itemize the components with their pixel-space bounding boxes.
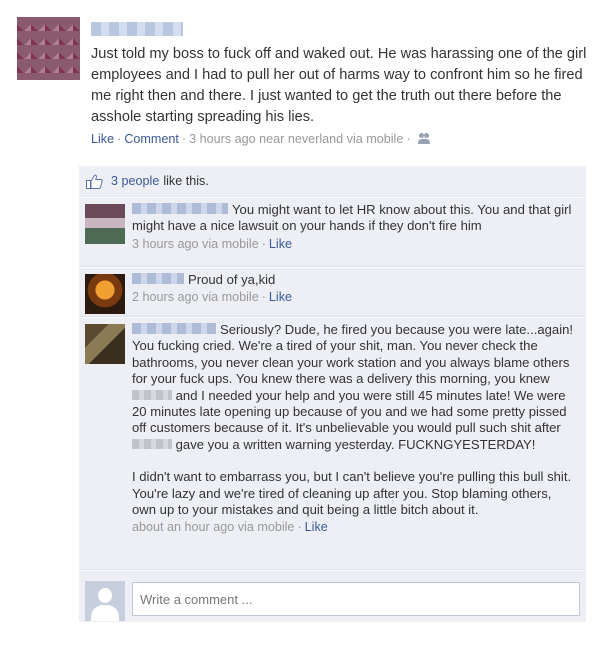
- commenter-name-redacted[interactable]: [132, 273, 184, 284]
- comment-text-part-2: and I needed your help and you were stil…: [132, 387, 567, 436]
- redacted-name: [132, 389, 172, 400]
- comment-meta: 3 hours ago via mobile · Like: [132, 236, 293, 251]
- likes-count-link[interactable]: 3 people: [111, 174, 159, 188]
- status-text: Just told my boss to fuck off and waked …: [91, 46, 587, 125]
- commenter-avatar[interactable]: [85, 274, 125, 314]
- like-link[interactable]: Like: [91, 132, 114, 146]
- friends-icon[interactable]: [417, 133, 431, 144]
- post-timestamp[interactable]: 3 hours ago near neverland via mobile: [189, 132, 403, 146]
- commenter-name-redacted[interactable]: [132, 203, 228, 214]
- comment-like-link[interactable]: Like: [269, 290, 292, 304]
- commenter-avatar[interactable]: [85, 324, 125, 364]
- comment-composer: [79, 570, 586, 622]
- comment-timestamp[interactable]: 2 hours ago via mobile: [132, 290, 259, 304]
- comment-input[interactable]: [132, 582, 580, 616]
- comment-link[interactable]: Comment: [124, 132, 179, 146]
- default-avatar-icon: [85, 581, 125, 621]
- post-meta: Like · Comment · 3 hours ago near neverland …: [91, 132, 431, 146]
- comment-meta: 2 hours ago via mobile · Like: [132, 290, 293, 305]
- comment-timestamp[interactable]: 3 hours ago via mobile: [132, 237, 259, 251]
- comment-meta: about an hour ago via mobile · Like: [132, 520, 328, 535]
- comment-like-link[interactable]: Like: [305, 520, 328, 534]
- comment-text-part-3: gave you a written warning yesterday. FU…: [175, 436, 536, 452]
- redacted-name: [132, 438, 172, 449]
- comment-text: Proud of ya,kid: [188, 272, 276, 287]
- comment-item: Seriously? Dude, he fired you because yo…: [79, 317, 586, 570]
- commenter-avatar[interactable]: [85, 204, 125, 244]
- feedback-panel: 3 people like this. You might want to le…: [79, 166, 586, 622]
- likes-summary: 3 people like this.: [79, 166, 586, 197]
- comment-like-link[interactable]: Like: [269, 237, 292, 251]
- likes-suffix: like this.: [163, 174, 209, 188]
- poster-avatar[interactable]: [17, 17, 80, 80]
- commenter-name-redacted[interactable]: [132, 323, 216, 334]
- poster-name-redacted[interactable]: [91, 22, 183, 36]
- comment-item: You might want to let HR know about this…: [79, 197, 586, 267]
- comment-item: Proud of ya,kid 2 hours ago via mobile · L…: [79, 267, 586, 317]
- comment-timestamp[interactable]: about an hour ago via mobile: [132, 520, 294, 534]
- comment-text-part-4: I didn't want to embarrass you, but I ca…: [132, 469, 572, 518]
- thumb-up-icon: [86, 174, 103, 189]
